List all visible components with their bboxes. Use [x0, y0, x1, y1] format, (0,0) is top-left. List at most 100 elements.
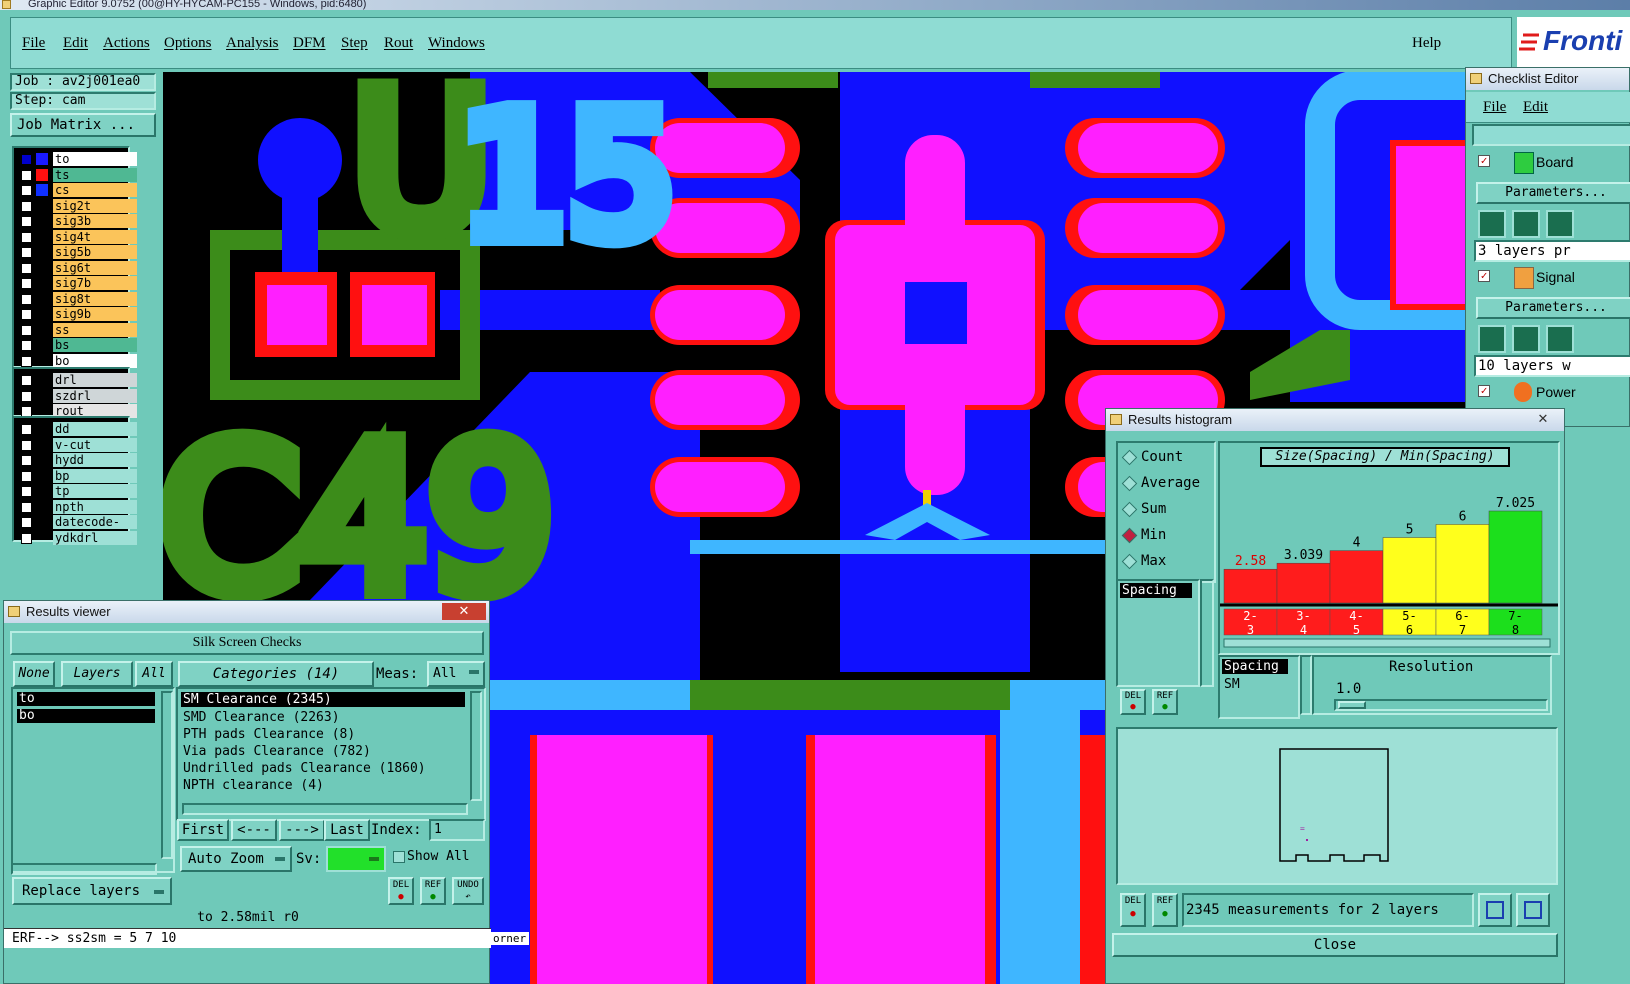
run-icon[interactable] [1478, 210, 1506, 238]
layer-checkbox[interactable] [21, 532, 32, 544]
layer-checkbox[interactable] [21, 439, 32, 451]
sv-color-dropdown[interactable] [326, 846, 386, 872]
histogram-close-button[interactable]: Close [1112, 933, 1558, 957]
zoom-dropdown[interactable]: Auto Zoom [180, 846, 292, 872]
resolution-slider[interactable] [1334, 699, 1548, 711]
layer-row-datecode-pte[interactable]: datecode-pte [18, 515, 137, 543]
undo-button[interactable]: UNDO ↶ [452, 877, 484, 905]
del-button[interactable]: DEL ● [388, 877, 414, 905]
category-item[interactable]: Via pads Clearance (782) [183, 744, 371, 759]
close-icon[interactable]: ✕ [442, 603, 486, 620]
ref-button[interactable]: REF ● [420, 877, 446, 905]
layer-row-npth[interactable]: npth [18, 499, 137, 514]
checklist-menu-edit[interactable]: Edit [1523, 99, 1548, 116]
hist-ref-button[interactable]: REF ● [1152, 689, 1178, 715]
layer-row-sig5b[interactable]: sig5b [18, 245, 137, 259]
layer-checkbox[interactable] [21, 216, 32, 227]
layer-row-sig8t[interactable]: sig8t [18, 291, 137, 306]
layer-checkbox[interactable] [21, 486, 32, 497]
result-layer-to[interactable]: to [17, 692, 155, 706]
layer-checkbox[interactable] [21, 375, 32, 386]
zoom-in-icon[interactable] [1478, 893, 1512, 927]
histogram-bar[interactable] [1276, 562, 1331, 604]
histogram-bar[interactable] [1382, 537, 1437, 604]
job-matrix-button[interactable]: Job Matrix ... [10, 113, 156, 137]
layer-checkbox[interactable] [21, 293, 32, 305]
layer-checkbox[interactable] [21, 154, 32, 165]
layer-checkbox[interactable] [21, 390, 32, 402]
last-button[interactable]: Last [324, 819, 370, 841]
histogram-bar[interactable] [1329, 550, 1384, 604]
layer-checkbox[interactable] [21, 309, 32, 320]
layer-row-v-cut[interactable]: v-cut [18, 437, 137, 452]
layer-checkbox[interactable] [21, 340, 32, 351]
layer-row-to[interactable]: to [18, 152, 137, 166]
board-checkbox[interactable]: ✓ [1478, 155, 1490, 167]
layer-list-hscrollbar[interactable] [11, 863, 157, 875]
layer-row-ts[interactable]: ts [18, 167, 137, 182]
spacing-item[interactable]: Spacing [1120, 583, 1192, 598]
layer-row-cs[interactable]: cs [18, 183, 137, 197]
layer-row-bp[interactable]: bp [18, 468, 137, 483]
result-layer-bo[interactable]: bo [17, 709, 155, 723]
close-icon[interactable]: ✕ [1528, 411, 1558, 428]
prev-button[interactable]: <--- [231, 819, 277, 841]
resolution-slider-thumb[interactable] [1338, 701, 1366, 709]
zoom-fit-icon[interactable] [1516, 893, 1550, 927]
layer-color-swatch[interactable] [36, 168, 48, 181]
run-icon[interactable] [1478, 325, 1506, 353]
histogram-bar[interactable] [1488, 510, 1543, 604]
layer-row-bs[interactable]: bs [18, 338, 137, 352]
spacing-list-scrollbar[interactable] [1200, 579, 1214, 687]
measure-item-spacing[interactable]: Spacing [1222, 659, 1288, 674]
preview-ref-button[interactable]: REF ● [1152, 893, 1178, 927]
layer-row-sig3b[interactable]: sig3b [18, 214, 137, 228]
checklist-item-board[interactable]: ✓ Board [1470, 150, 1630, 176]
category-item[interactable]: SM Clearance (2345) [181, 692, 465, 707]
menu-rout[interactable]: Rout [384, 35, 413, 52]
layer-color-swatch[interactable] [36, 153, 48, 165]
menu-actions[interactable]: Actions [103, 35, 150, 52]
run-stop-icon[interactable] [1546, 210, 1574, 238]
layer-checkbox[interactable] [21, 470, 32, 482]
checklist-item-power[interactable]: ✓ Power [1470, 380, 1630, 406]
layer-checkbox[interactable] [21, 200, 32, 212]
index-input[interactable]: 1 [429, 819, 485, 841]
menu-windows[interactable]: Windows [428, 35, 485, 52]
menu-options[interactable]: Options [164, 35, 212, 52]
histogram-bar[interactable] [1223, 568, 1278, 604]
checklist-menu-file[interactable]: File [1483, 99, 1506, 116]
layer-checkbox[interactable] [21, 262, 32, 274]
menu-step[interactable]: Step [341, 35, 368, 52]
run-step-icon[interactable] [1512, 325, 1540, 353]
layer-row-szdrl[interactable]: szdrl [18, 388, 137, 403]
layer-checkbox[interactable] [21, 247, 32, 258]
layer-row-dd[interactable]: dd [18, 422, 137, 436]
menu-edit[interactable]: Edit [63, 35, 88, 52]
first-button[interactable]: First [177, 819, 229, 841]
show-all-checkbox[interactable] [393, 851, 405, 863]
measure-list-scrollbar[interactable] [1300, 655, 1312, 715]
histogram-scrollbar[interactable] [1223, 638, 1551, 648]
tab-none[interactable]: None [13, 661, 55, 687]
layer-list-scrollbar[interactable] [161, 691, 173, 859]
tab-layers[interactable]: Layers [61, 661, 133, 687]
board-parameters-button[interactable]: Parameters... [1476, 182, 1630, 204]
replace-layers-dropdown[interactable]: Replace layers [12, 877, 172, 905]
next-button[interactable]: ---> [279, 819, 325, 841]
layer-checkbox[interactable] [21, 355, 32, 367]
category-item[interactable]: SMD Clearance (2263) [183, 710, 340, 725]
menu-analysis[interactable]: Analysis [226, 35, 279, 52]
signal-checkbox[interactable]: ✓ [1478, 270, 1490, 282]
layer-row-sig2t[interactable]: sig2t [18, 198, 137, 213]
layer-row-ss[interactable]: ss [18, 322, 137, 337]
layer-row-sig6t[interactable]: sig6t [18, 260, 137, 275]
category-item[interactable]: PTH pads Clearance (8) [183, 727, 355, 742]
histogram-bar[interactable] [1435, 524, 1490, 604]
layer-checkbox[interactable] [21, 169, 32, 181]
checklist-item-signal[interactable]: ✓ Signal [1470, 265, 1630, 291]
layer-checkbox[interactable] [21, 231, 32, 243]
run-step-icon[interactable] [1512, 210, 1540, 238]
menu-help[interactable]: Help [1412, 35, 1441, 52]
category-item[interactable]: Undrilled pads Clearance (1860) [183, 761, 426, 776]
